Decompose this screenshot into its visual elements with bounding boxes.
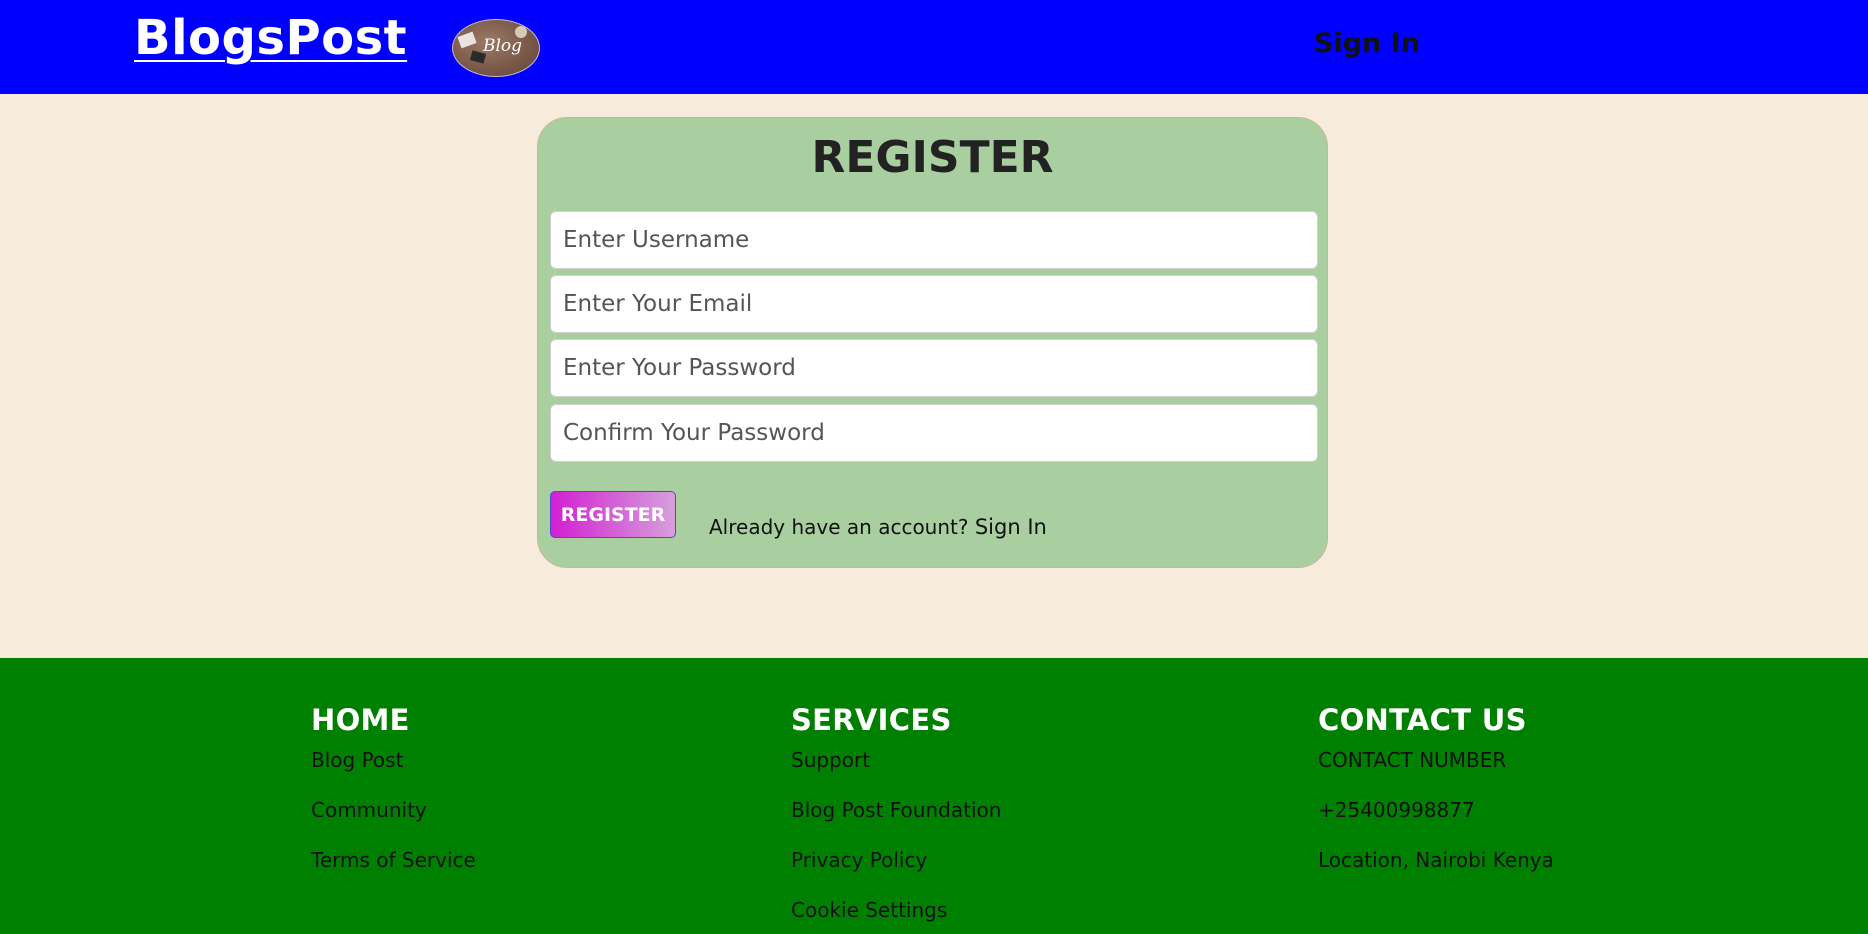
footer-link-community[interactable]: Community [311,798,476,822]
footer-home-column: HOME Blog Post Community Terms of Servic… [311,702,476,872]
logo-text: Blog [483,36,523,56]
footer-link-terms[interactable]: Terms of Service [311,848,476,872]
brand-logo-link[interactable]: BlogsPost [134,10,407,66]
footer-home-heading: HOME [311,703,410,737]
blog-logo-image[interactable]: Blog [452,19,540,77]
username-input[interactable] [550,211,1318,269]
footer-link-privacy[interactable]: Privacy Policy [791,848,1001,872]
already-account-text: Already have an account? [709,515,969,539]
notepad-graphic [457,31,477,49]
confirm-password-input[interactable] [550,404,1318,462]
footer-link-support[interactable]: Support [791,748,1001,772]
footer: HOME Blog Post Community Terms of Servic… [0,658,1868,934]
footer-contact-phone: +25400998877 [1318,798,1475,822]
email-input[interactable] [550,275,1318,333]
footer-contact-column: CONTACT US CONTACT NUMBER +25400998877 L… [1318,702,1554,872]
footer-link-blog-post[interactable]: Blog Post [311,748,476,772]
register-title: REGISTER [811,132,1054,183]
password-input[interactable] [550,339,1318,397]
register-button[interactable]: REGISTER [550,491,676,538]
footer-services-column: SERVICES Support Blog Post Foundation Pr… [791,702,1001,922]
signin-prompt: Already have an account? Sign In [709,515,1047,539]
nav-sign-in-link[interactable]: Sign In [1314,28,1420,59]
sign-in-link[interactable]: Sign In [975,515,1047,539]
footer-contact-heading: CONTACT US [1318,703,1527,737]
register-form-card: REGISTER REGISTER Already have an accoun… [537,117,1328,568]
footer-link-cookies[interactable]: Cookie Settings [791,898,1001,922]
footer-link-foundation[interactable]: Blog Post Foundation [791,798,1001,822]
footer-services-heading: SERVICES [791,703,952,737]
top-navbar: BlogsPost Blog ​ Sign In ​ [0,0,1868,94]
footer-contact-number-label: CONTACT NUMBER [1318,748,1507,772]
footer-contact-location: Location, Nairobi Kenya [1318,848,1554,872]
